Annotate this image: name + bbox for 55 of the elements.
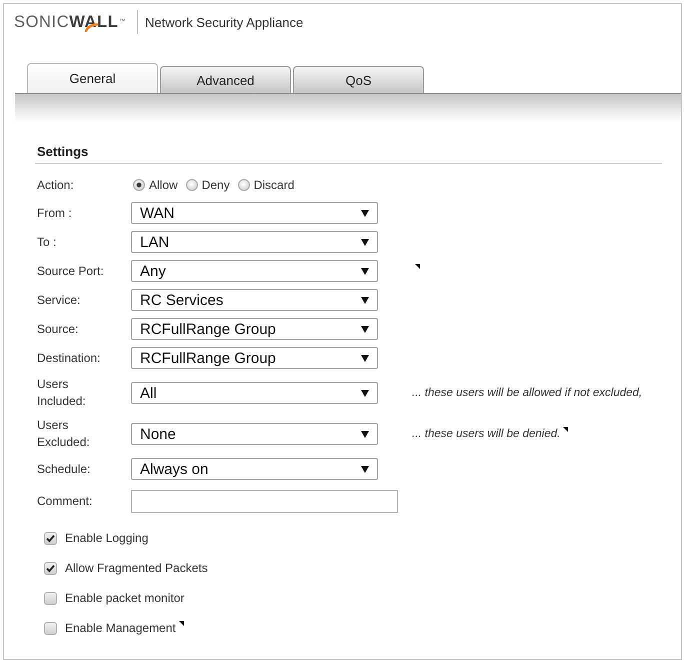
checkbox[interactable] [44, 622, 57, 634]
checkbox-label: Allow Fragmented Packets [65, 561, 208, 575]
checkbox-label: Enable packet monitor [65, 591, 184, 605]
hint-text: ... these users will be denied. [412, 428, 560, 440]
tab[interactable]: General [27, 63, 158, 93]
field-label: Users Excluded: [37, 417, 91, 451]
field-label: From : [37, 204, 73, 222]
caret-icon [361, 296, 369, 304]
caret-icon [361, 268, 369, 274]
caret-icon [361, 238, 369, 246]
caret-icon [361, 210, 369, 216]
checkbox[interactable] [44, 592, 57, 604]
dropdown[interactable]: RCFullRange Group [131, 318, 378, 340]
hint-text: ... these users will be allowed if not excluded, [412, 387, 642, 399]
field-label: Users Included: [37, 376, 87, 410]
dropdown[interactable]: Always on [131, 458, 378, 480]
field-label: Destination: [37, 350, 102, 366]
field-label: Action: [37, 176, 75, 194]
dropdown[interactable]: RC Services [131, 289, 378, 311]
dropdown[interactable]: WAN [131, 202, 378, 224]
dropdown[interactable]: None [131, 423, 378, 445]
checkbox[interactable] [44, 532, 57, 544]
field-label: Comment: [37, 493, 94, 510]
tooltip-marker-icon[interactable] [415, 264, 420, 269]
dropdown[interactable]: RCFullRange Group [131, 347, 378, 369]
radio-button[interactable] [186, 179, 198, 191]
brand-logo: SONICWALL$^{™}$ [14, 12, 126, 32]
radio-button[interactable] [238, 179, 250, 191]
radio-label: Discard [254, 178, 294, 192]
caret-icon [361, 326, 369, 332]
dropdown[interactable]: All [131, 382, 378, 404]
caret-icon [361, 466, 369, 472]
caret-icon [361, 390, 369, 396]
field-label: Service: [37, 292, 82, 308]
tooltip-marker-icon[interactable] [178, 621, 184, 626]
tab[interactable]: Advanced [160, 66, 291, 93]
radio-button[interactable] [133, 179, 145, 191]
section-title: Settings [35, 144, 662, 164]
comment-field[interactable] [131, 490, 398, 513]
field-label: To : [37, 234, 58, 250]
dropdown[interactable]: LAN [131, 231, 378, 253]
radio-label: Allow [149, 178, 178, 192]
field-label: Source: [37, 320, 80, 338]
caret-icon [361, 430, 369, 438]
tooltip-marker-icon[interactable] [563, 427, 568, 432]
checkbox-label: Enable Management [65, 621, 176, 635]
product-title: Network Security Appliance [145, 14, 304, 30]
checkbox-label: Enable Logging [65, 531, 148, 545]
checkbox[interactable] [44, 562, 57, 574]
field-label: Schedule: [37, 460, 92, 478]
dropdown[interactable]: Any [131, 260, 378, 282]
caret-icon [361, 354, 369, 362]
field-label: Source Port: [37, 262, 105, 280]
radio-label: Deny [202, 178, 230, 192]
tab[interactable]: QoS [293, 66, 424, 93]
